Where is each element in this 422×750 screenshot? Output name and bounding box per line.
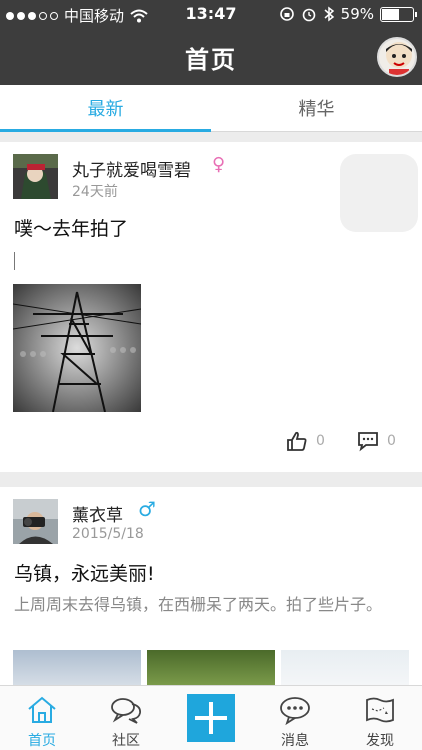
map-icon [366,697,394,723]
like-count: 0 [316,433,325,449]
feed-tabs: 最新 精华 [0,85,422,132]
status-bar: 中国移动 13:47 59% [0,0,422,28]
nav-community[interactable]: 社区 [84,686,168,750]
post-photo[interactable] [13,284,141,412]
thumbs-up-icon [287,431,307,451]
comment-count: 0 [387,433,396,449]
thumbnail-image[interactable] [13,650,141,685]
like-button[interactable]: 0 [286,430,325,452]
alarm-icon [302,8,315,22]
nav-discover[interactable]: 发现 [338,686,422,750]
message-icon [280,697,310,726]
thumbnail-image[interactable] [281,650,409,685]
male-icon: ♂ [138,497,156,521]
bluetooth-icon [324,6,334,22]
rotation-lock-icon [279,7,294,21]
post-username[interactable]: 薰衣草 [72,501,123,526]
post-card[interactable]: 丸子就爱喝雪碧 ♀ 24天前 噗～去年拍了 0 0 [0,142,422,472]
chat-bubbles-icon [111,698,141,724]
nav-home[interactable]: 首页 [0,686,84,750]
post-actions: 0 0 [0,430,422,458]
post-feed: 丸子就爱喝雪碧 ♀ 24天前 噗～去年拍了 0 0 薰衣草 ♂ 2015/5/1… [0,142,422,687]
post-date: 24天前 [72,184,118,200]
battery-icon [380,6,417,22]
post-title: 乌镇，永远美丽! [14,563,155,585]
post-date: 2015/5/18 [72,526,144,542]
bottom-nav: 首页 社区 消息 发现 [0,685,422,750]
thumbnail-image[interactable] [147,650,275,685]
female-icon: ♀ [212,154,226,175]
post-body: 上周周末去得乌镇，在西栅呆了两天。拍了些片子。 [14,595,383,614]
post-thumbnails [13,650,409,685]
home-icon [28,696,56,723]
nav-label: 社区 [112,733,140,749]
tab-latest[interactable]: 最新 [0,85,211,132]
post-title: 噗～去年拍了 [14,218,129,240]
comment-icon [358,432,378,452]
nav-label: 首页 [28,733,56,749]
nav-label: 消息 [281,733,309,749]
comment-button[interactable]: 0 [357,430,396,452]
post-username[interactable]: 丸子就爱喝雪碧 [72,156,191,181]
post-avatar[interactable] [13,154,58,199]
battery-percent: 59% [340,5,374,23]
nav-label: 发现 [366,733,394,749]
top-bar: 中国移动 13:47 59% 首页 [0,0,422,85]
tab-featured[interactable]: 精华 [211,85,422,131]
nav-messages[interactable]: 消息 [253,686,337,750]
new-post-button[interactable] [187,694,235,742]
page-title: 首页 [185,46,237,74]
post-avatar[interactable] [13,499,58,544]
overlay-placeholder [340,154,418,232]
user-avatar[interactable] [377,37,417,77]
text-cursor [14,252,15,270]
